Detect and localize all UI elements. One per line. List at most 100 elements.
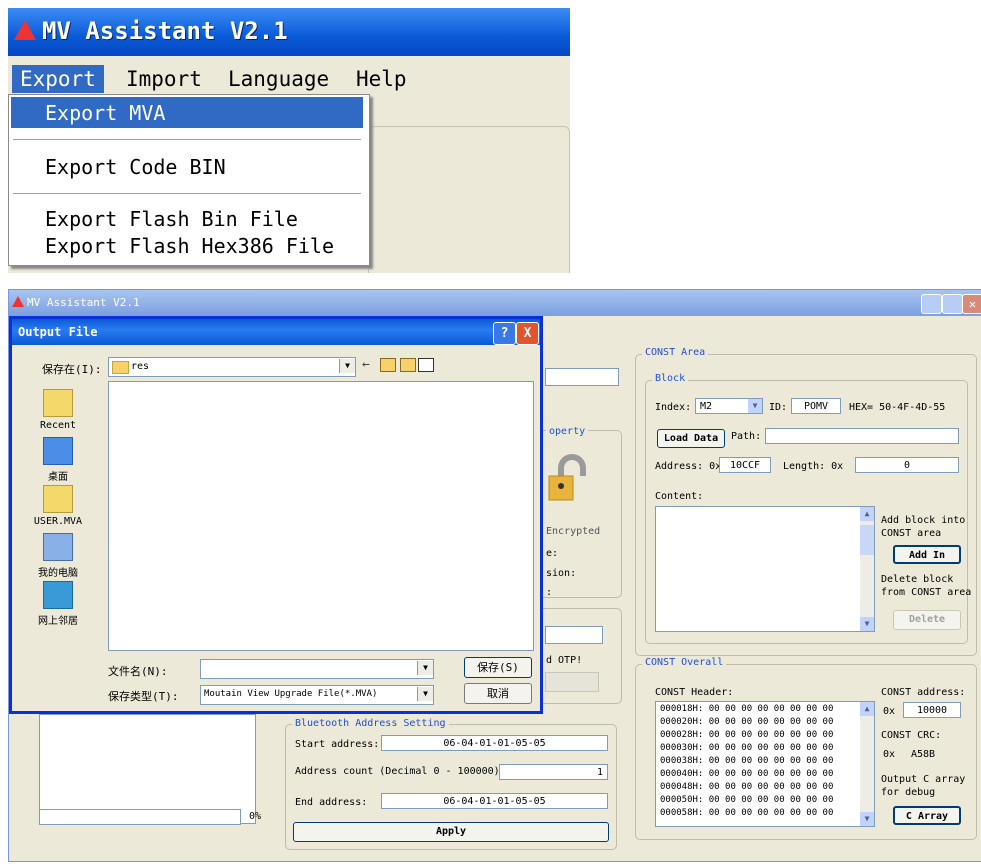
maximize-icon[interactable] bbox=[942, 294, 963, 314]
filename-input[interactable]: ▼ bbox=[200, 659, 434, 679]
content-scrollbar[interactable]: ▲ ▼ bbox=[860, 507, 874, 631]
help-icon[interactable]: ? bbox=[493, 322, 516, 345]
dialog-title-bar: Output File ? X bbox=[12, 319, 540, 345]
const-crc-value: A58B bbox=[911, 749, 936, 760]
close-icon[interactable]: ✕ bbox=[962, 294, 981, 314]
chevron-down-icon[interactable]: ▼ bbox=[748, 399, 762, 413]
place-desktop[interactable]: 桌面 bbox=[18, 437, 98, 483]
desktop-icon bbox=[43, 437, 73, 465]
length-label: Length: 0x bbox=[783, 461, 844, 472]
close-icon[interactable]: X bbox=[516, 322, 539, 345]
property-label-3: : bbox=[546, 587, 553, 598]
index-value: M2 bbox=[700, 401, 713, 412]
scroll-down-icon[interactable]: ▼ bbox=[860, 812, 874, 826]
minimize-icon[interactable] bbox=[921, 294, 942, 314]
const-header-textarea[interactable]: 000018H: 00 00 00 00 00 00 00 00 000020H… bbox=[655, 701, 875, 827]
start-address-label: Start address: bbox=[295, 739, 380, 750]
filetype-select[interactable]: Moutain View Upgrade File(*.MVA) ▼ bbox=[200, 685, 434, 705]
dialog-title: Output File bbox=[18, 325, 98, 339]
window-title: MV Assistant V2.1 bbox=[27, 296, 140, 309]
path-field[interactable] bbox=[765, 428, 959, 444]
place-recent[interactable]: Recent bbox=[18, 389, 98, 431]
menu-screenshot: MV Assistant V2.1 Export Import Language… bbox=[8, 8, 570, 273]
header-scrollbar[interactable]: ▲ ▼ bbox=[860, 702, 874, 826]
hex-line: 000038H: 00 00 00 00 00 00 00 00 bbox=[660, 756, 834, 766]
output-desc-2: for debug bbox=[881, 787, 936, 798]
property-label-2: sion: bbox=[546, 568, 577, 579]
const-header-label: CONST Header: bbox=[655, 687, 734, 698]
scroll-up-icon[interactable]: ▲ bbox=[860, 702, 874, 716]
apply-button[interactable]: Apply bbox=[293, 822, 609, 842]
place-my-computer[interactable]: 我的电脑 bbox=[18, 533, 98, 579]
hex-line: 000040H: 00 00 00 00 00 00 00 00 bbox=[660, 769, 834, 779]
hex-line: 000018H: 00 00 00 00 00 00 00 00 bbox=[660, 704, 834, 714]
export-dropdown: Export MVA Export Code BIN Export Flash … bbox=[8, 94, 370, 266]
save-in-label: 保存在(I): bbox=[42, 363, 102, 376]
block-legend: Block bbox=[652, 373, 689, 384]
output-file-dialog: Output File ? X 保存在(I): res ▼ ← Recent 桌… bbox=[9, 316, 543, 714]
id-field[interactable]: POMV bbox=[791, 398, 841, 414]
save-in-select[interactable]: res ▼ bbox=[108, 357, 356, 377]
place-label: USER.MVA bbox=[33, 516, 83, 527]
property-label-1: e: bbox=[546, 548, 559, 559]
filetype-label: 保存类型(T): bbox=[108, 690, 179, 703]
address-field[interactable]: 10CCF bbox=[719, 457, 771, 473]
menu-item-export-code-bin[interactable]: Export Code BIN bbox=[45, 155, 226, 179]
menu-export[interactable]: Export bbox=[12, 65, 104, 93]
c-array-button[interactable]: C Array bbox=[893, 806, 961, 825]
recent-icon bbox=[43, 389, 73, 417]
scroll-up-icon[interactable]: ▲ bbox=[860, 507, 874, 521]
place-network[interactable]: 网上邻居 bbox=[18, 581, 98, 627]
chevron-down-icon[interactable]: ▼ bbox=[417, 661, 433, 675]
address-count-field[interactable]: 1 bbox=[499, 764, 608, 780]
encrypted-label: Encrypted bbox=[546, 526, 601, 537]
chevron-down-icon[interactable]: ▼ bbox=[339, 359, 355, 373]
menu-separator bbox=[13, 139, 361, 140]
new-folder-icon[interactable] bbox=[400, 358, 416, 372]
cancel-button[interactable]: 取消 bbox=[464, 683, 532, 704]
otp-field[interactable] bbox=[545, 626, 603, 644]
menu-language[interactable]: Language bbox=[220, 65, 337, 93]
const-address-label: CONST address: bbox=[881, 687, 966, 698]
back-icon[interactable]: ← bbox=[362, 357, 370, 372]
otp-box bbox=[545, 672, 599, 692]
place-label: 桌面 bbox=[48, 472, 68, 483]
add-block-desc-2: CONST area bbox=[881, 528, 942, 539]
filetype-value: Moutain View Upgrade File(*.MVA) bbox=[204, 689, 378, 699]
hex-label: HEX= 50-4F-4D-55 bbox=[849, 402, 946, 413]
const-address-field[interactable]: 10000 bbox=[903, 702, 961, 718]
index-label: Index: bbox=[655, 402, 692, 413]
menu-item-export-flash-bin[interactable]: Export Flash Bin File bbox=[45, 207, 298, 231]
menu-item-export-flash-hex386[interactable]: Export Flash Hex386 File bbox=[45, 234, 334, 258]
const-address-prefix: 0x bbox=[883, 706, 896, 717]
content-label: Content: bbox=[655, 491, 704, 502]
menu-help[interactable]: Help bbox=[348, 65, 415, 93]
scroll-thumb[interactable] bbox=[860, 525, 874, 555]
view-menu-icon[interactable] bbox=[418, 358, 434, 372]
mid-text-field[interactable] bbox=[545, 368, 619, 386]
menu-item-export-mva[interactable]: Export MVA bbox=[45, 101, 165, 125]
save-button[interactable]: 保存(S) bbox=[464, 657, 532, 678]
const-area-legend: CONST Area bbox=[642, 347, 709, 358]
file-list[interactable] bbox=[108, 381, 534, 651]
chevron-down-icon[interactable]: ▼ bbox=[417, 687, 433, 701]
address-label: Address: 0x bbox=[655, 461, 722, 472]
content-textarea[interactable]: ▲ ▼ bbox=[655, 506, 875, 632]
scroll-down-icon[interactable]: ▼ bbox=[860, 617, 874, 631]
end-address-field[interactable]: 06-04-01-01-05-05 bbox=[381, 793, 608, 809]
up-folder-icon[interactable] bbox=[380, 358, 396, 372]
length-field[interactable]: 0 bbox=[855, 457, 959, 473]
app-logo-icon bbox=[14, 20, 36, 40]
place-user-mva[interactable]: USER.MVA bbox=[18, 485, 98, 527]
add-in-button[interactable]: Add In bbox=[893, 545, 961, 564]
delete-button[interactable]: Delete bbox=[893, 610, 961, 630]
otp-label: d OTP! bbox=[546, 655, 583, 666]
menu-import[interactable]: Import bbox=[118, 65, 210, 93]
const-crc-label: CONST CRC: bbox=[881, 730, 942, 741]
filename-label: 文件名(N): bbox=[108, 665, 168, 678]
load-data-button[interactable]: Load Data bbox=[657, 429, 725, 448]
index-select[interactable]: M2 ▼ bbox=[695, 398, 763, 414]
progress-bar bbox=[39, 809, 241, 825]
place-label: 网上邻居 bbox=[38, 616, 78, 627]
start-address-field[interactable]: 06-04-01-01-05-05 bbox=[381, 735, 608, 751]
